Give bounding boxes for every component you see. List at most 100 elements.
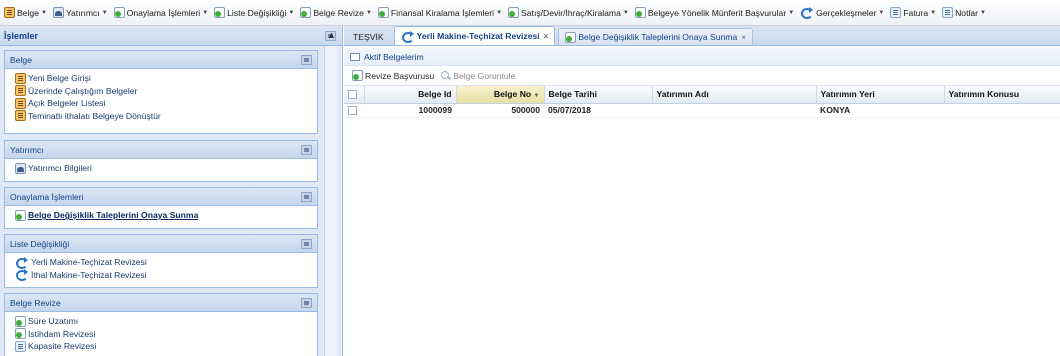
chevron-down-icon: ▼	[101, 9, 108, 16]
tab-belge-degisiklik-onaya-sunma[interactable]: Belge Değişiklik Taleplerini Onaya Sunma…	[558, 28, 753, 45]
chevron-down-icon: ▼	[878, 9, 885, 16]
link-label: Üzerinde Çalıştığım Belgeler	[28, 85, 138, 96]
col-belge-id[interactable]: Belge Id	[364, 86, 457, 104]
toggle-section-icon[interactable]	[301, 54, 312, 65]
menu-belge[interactable]: Belge ▼	[4, 7, 47, 18]
menu-belge-revize[interactable]: Belge Revize ▼	[300, 7, 372, 18]
section-title: Yatırımcı	[10, 144, 44, 155]
close-icon[interactable]: ×	[741, 33, 746, 42]
section-header[interactable]: Yatırımcı	[5, 141, 317, 159]
tab-label: TEŞVİK	[353, 32, 384, 42]
section-yatirimci: Yatırımcı Yatırımcı Bilgileri	[4, 140, 318, 182]
button-label: Belge Goruntule	[453, 70, 516, 81]
tab-tesvik[interactable]: TEŞVİK	[350, 28, 391, 45]
link-label: Yerli Makine-Teçhizat Revizesi	[31, 257, 147, 268]
magnifier-icon	[440, 70, 451, 81]
toggle-section-icon[interactable]	[301, 144, 312, 155]
link-teminatli-ithalat[interactable]: Teminatlı ithalatı Belgeye Dönüştür	[15, 110, 311, 123]
menu-label: Finansal Kiralama İşlemleri	[390, 7, 495, 18]
left-panel-scrollbar[interactable]	[324, 46, 337, 356]
chevron-down-icon: ▼	[788, 9, 795, 16]
link-yeni-belge-girisi[interactable]: Yeni Belge Girişi	[15, 72, 311, 85]
menu-label: Belge Revize	[313, 7, 364, 18]
page-icon	[890, 7, 902, 18]
revize-basvurusu-button[interactable]: Revize Başvurusu	[352, 70, 434, 81]
chevron-down-icon: ▼	[202, 9, 209, 16]
menu-finansal-kiralama[interactable]: Finansal Kiralama İşlemleri ▼	[377, 7, 502, 18]
link-label: Yeni Belge Girişi	[28, 73, 91, 84]
document-icon	[15, 110, 26, 122]
menu-notlar[interactable]: Notlar ▼	[942, 7, 986, 18]
belgeler-grid: Belge Id Belge No ▼ Belge Tarihi Yatırım…	[344, 86, 1060, 118]
link-istihdam-revizesi[interactable]: İstihdam Revizesi	[15, 328, 311, 341]
section-header[interactable]: Liste Değişikliği	[5, 235, 317, 253]
tab-yerli-makine-revizesi[interactable]: Yerli Makine-Teçhizat Revizesi ×	[393, 26, 556, 45]
left-panel: İşlemler ▲ Belge Yeni Belge Girişi Üzeri…	[0, 26, 343, 356]
chevron-down-icon: ▼	[980, 9, 986, 16]
section-title: Aktif Belgelerim	[364, 51, 424, 62]
col-yatirimin-konusu[interactable]: Yatırımın Konusu	[944, 86, 1060, 104]
menu-gerceklesmeler[interactable]: Gerçekleşmeler ▼	[800, 7, 885, 19]
link-ithal-makine-revizesi[interactable]: İthal Makine-Teçhizat Revizesi	[15, 269, 311, 282]
page-add-icon	[300, 7, 312, 18]
toggle-section-icon[interactable]	[301, 297, 312, 308]
link-kapasite-revizesi[interactable]: Kapasite Revizesi	[15, 340, 311, 353]
tab-bar: TEŞVİK Yerli Makine-Teçhizat Revizesi × …	[344, 26, 1060, 46]
link-uzerinde-calistigim[interactable]: Üzerinde Çalıştığım Belgeler	[15, 85, 311, 98]
refresh-icon	[800, 7, 814, 19]
belge-goruntule-button[interactable]: Belge Goruntule	[440, 70, 515, 81]
row-checkbox[interactable]	[348, 106, 357, 116]
page-add-icon	[634, 7, 646, 18]
menu-label: Gerçekleşmeler	[816, 7, 877, 18]
menu-munferit-basvurular[interactable]: Belgeye Yönelik Münferit Başvurular ▼	[634, 7, 795, 18]
link-label: İstihdam Revizesi	[28, 328, 96, 339]
section-header[interactable]: Belge	[5, 51, 317, 69]
section-title: Onaylama İşlemleri	[10, 191, 84, 202]
select-all-cell[interactable]	[344, 86, 365, 104]
link-yatirimci-bilgileri[interactable]: Yatırımcı Bilgileri	[15, 162, 311, 175]
toggle-section-icon[interactable]	[301, 191, 312, 202]
window-icon	[350, 52, 360, 61]
menu-label: Yatırımcı	[65, 7, 100, 18]
toggle-section-icon[interactable]	[301, 238, 312, 249]
link-label: İthal Makine-Teçhizat Revizesi	[31, 269, 147, 280]
menu-satis-devir[interactable]: Satış/Devir/İhraç/Kiralama ▼	[508, 7, 629, 18]
menu-onaylama-islemleri[interactable]: Onaylama İşlemleri ▼	[113, 7, 209, 18]
menu-label: Belge	[17, 7, 39, 18]
table-row[interactable]: 1000099 500000 05/07/2018 KONYA	[344, 103, 1060, 118]
menu-liste-degisikligi[interactable]: Liste Değişikliği ▼	[214, 7, 294, 18]
link-sure-uzatimi[interactable]: Süre Uzatımı	[15, 315, 311, 328]
col-yatirimin-adi[interactable]: Yatırımın Adı	[652, 86, 817, 104]
cell-yatirimin-adi	[652, 103, 816, 118]
link-acik-belgeler[interactable]: Açık Belgeler Listesi	[15, 97, 311, 110]
document-icon	[15, 97, 26, 109]
link-belge-degisiklik-onaya-sunma[interactable]: Belge Değişiklik Taleplerini Onaya Sunma	[15, 209, 311, 222]
section-header[interactable]: Belge Revize	[5, 294, 317, 312]
button-label: Revize Başvurusu	[365, 70, 435, 81]
scroll-up-icon[interactable]: ▲	[325, 30, 338, 44]
select-all-checkbox[interactable]	[348, 90, 357, 100]
menu-fatura[interactable]: Fatura ▼	[890, 7, 936, 18]
row-select-cell[interactable]	[344, 103, 364, 118]
menu-label: Notlar	[955, 7, 979, 18]
left-panel-title: İşlemler	[4, 30, 39, 41]
grid-toolbar: Revize Başvurusu Belge Goruntule	[344, 66, 1060, 86]
link-label: Belge Değişiklik Taleplerini Onaya Sunma	[28, 210, 199, 221]
cell-belge-tarihi: 05/07/2018	[544, 103, 652, 118]
menu-label: Belgeye Yönelik Münferit Başvurular	[647, 7, 787, 18]
page-add-icon	[15, 315, 26, 327]
chevron-down-icon: ▼	[930, 9, 937, 16]
link-label: Teminatlı ithalatı Belgeye Dönüştür	[28, 110, 161, 121]
col-belge-tarihi[interactable]: Belge Tarihi	[544, 86, 653, 104]
cell-yatirimin-yeri: KONYA	[816, 103, 944, 118]
col-belge-no[interactable]: Belge No ▼	[456, 86, 545, 104]
document-icon	[15, 85, 26, 97]
close-icon[interactable]: ×	[544, 32, 549, 41]
menu-yatirimci[interactable]: Yatırımcı ▼	[52, 7, 108, 18]
link-yerli-makine-revizesi[interactable]: Yerli Makine-Teçhizat Revizesi	[15, 256, 311, 269]
col-yatirimin-yeri[interactable]: Yatırımın Yeri	[816, 86, 945, 104]
document-icon	[4, 7, 15, 18]
chevron-down-icon: ▼	[365, 9, 372, 16]
menu-label: Onaylama İşlemleri	[126, 7, 201, 18]
section-header[interactable]: Onaylama İşlemleri	[5, 188, 317, 206]
